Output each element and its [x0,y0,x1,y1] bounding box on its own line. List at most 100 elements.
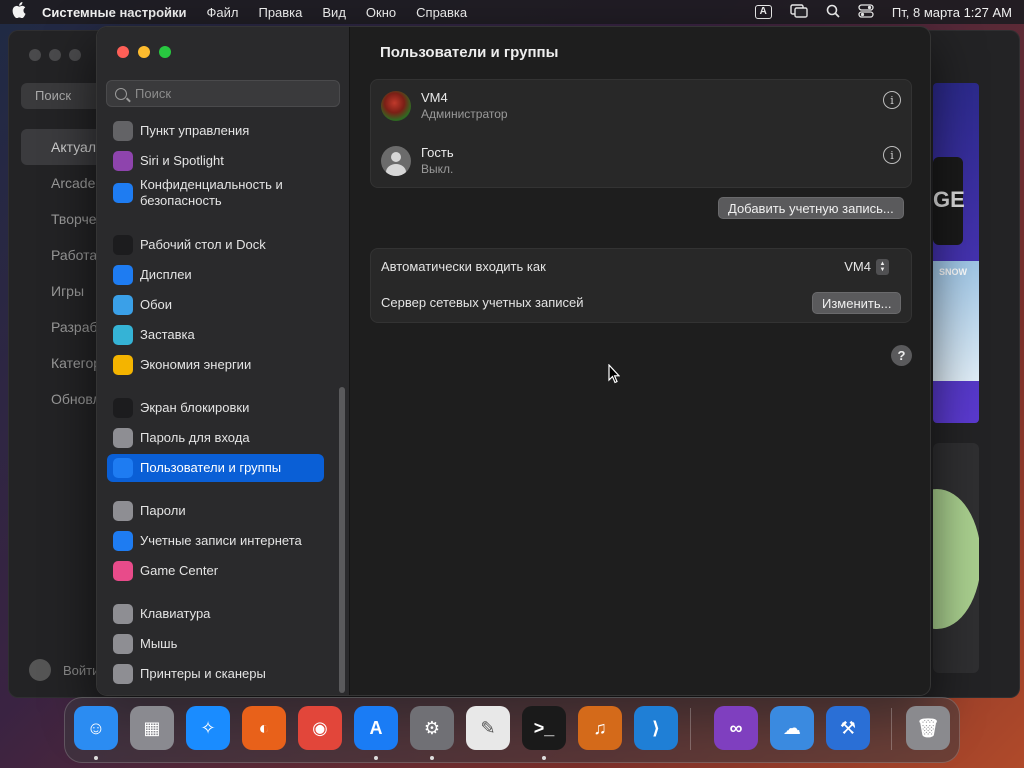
lock-screen-icon [113,398,133,418]
menu-app-name[interactable]: Системные настройки [42,5,187,20]
minimize-window-button[interactable] [138,46,150,58]
background-featured-banner[interactable]: GE SNOW [933,83,979,423]
running-indicator [94,756,98,760]
background-signin[interactable]: Войти [29,659,99,681]
system-settings-window: Пункт управления Siri и Spotlight Конфиден… [96,26,931,696]
add-account-button[interactable]: Добавить учетную запись... [718,197,904,219]
menu-edit[interactable]: Правка [258,5,302,20]
sidebar-item[interactable]: Мышь [107,630,324,658]
login-password-icon [113,428,133,448]
keyboard-icon [113,604,133,624]
sidebar-item[interactable]: Клавиатура [107,600,324,628]
menu-help[interactable]: Справка [416,5,467,20]
sidebar-item[interactable]: Принтеры и сканеры [107,660,324,688]
user-name: VM4 [421,90,448,105]
menubar-clock[interactable]: Пт, 8 марта 1:27 AM [892,5,1012,20]
help-button[interactable]: ? [891,345,912,366]
auto-login-row: Автоматически входить как VM4 ▲ ▼ [381,258,901,275]
background-nav-item[interactable]: Актуальное [21,129,127,165]
background-nav-item[interactable]: Категории [21,345,117,381]
firefox-dock-icon[interactable]: ◐ [242,706,286,750]
sidebar-item[interactable]: Пункт управления [107,117,324,145]
user-role: Выкл. [421,162,454,176]
terminal-dock-icon[interactable]: >_ [522,706,566,750]
user-row-vm4[interactable]: VM4 Администратор [381,90,508,121]
background-search-field[interactable]: Поиск [21,83,106,109]
apple-menu-icon[interactable] [12,2,42,22]
sidebar-item[interactable]: Заставка [107,321,324,349]
sidebar-item-label: Дисплеи [140,267,192,282]
sidebar-item[interactable]: Пользователи и группы [107,454,324,482]
background-nav-item[interactable]: Работа [21,237,106,273]
sidebar-item-label: Конфиденциальность и безопасность [140,177,283,208]
edit-network-server-button[interactable]: Изменить... [812,292,902,314]
sidebar-item-label: Game Center [140,563,219,578]
sidebar-item[interactable]: Экономия энергии [107,351,324,379]
spotlight-search-icon[interactable] [826,4,840,21]
background-card[interactable] [933,443,979,673]
background-nav-item[interactable]: Игры [21,273,106,309]
auto-login-popup[interactable]: VM4 ▲ ▼ [844,258,889,275]
sidebar-scrollbar[interactable] [339,387,345,693]
energy-bulb-icon [113,355,133,375]
menu-file[interactable]: Файл [207,5,239,20]
textedit-dock-icon[interactable]: ✎ [466,706,510,750]
sidebar-item[interactable]: Дисплеи [107,261,324,289]
user-row-guest[interactable]: Гость Выкл. [381,145,454,176]
siri-icon [113,151,133,171]
settings-sidebar: Пункт управления Siri и Spotlight Конфиден… [97,27,350,695]
system-settings-dock-icon[interactable]: ⚙ [410,706,454,750]
sidebar-item[interactable]: Учетные записи интернета [107,527,324,555]
garageband-dock-icon[interactable]: ♫ [578,706,622,750]
sidebar-item[interactable]: Game Center [107,557,324,585]
control-center-icon [113,121,133,141]
sidebar-item-label: Рабочий стол и Dock [140,237,266,252]
trash-dock-icon[interactable]: 🗑 [906,706,950,750]
input-source-icon[interactable]: A [754,5,772,19]
screen-mirroring-icon[interactable] [790,3,808,21]
network-server-label: Сервер сетевых учетных записей [381,295,584,310]
login-options-card: Автоматически входить как VM4 ▲ ▼ Сервер … [370,248,912,323]
app-store-dock-icon[interactable]: A [354,706,398,750]
safari-dock-icon[interactable]: ✧ [186,706,230,750]
launchpad-dock-icon[interactable]: ▦ [130,706,174,750]
control-center-toggle-icon[interactable] [858,3,874,21]
background-nav-item[interactable]: Творчество [21,201,125,237]
user-info-icon[interactable]: i [883,91,901,109]
sidebar-item[interactable]: Экран блокировки [107,394,324,422]
running-indicator [430,756,434,760]
chrome-dock-icon[interactable]: ◉ [298,706,342,750]
menu-view[interactable]: Вид [322,5,346,20]
zoom-window-button[interactable] [159,46,171,58]
vscode-dock-icon[interactable]: ⟩ [634,706,678,750]
mouse-cursor-icon [608,364,620,384]
sidebar-item-label: Пункт управления [140,123,250,138]
background-nav-item[interactable]: Arcade [21,165,106,201]
mouse-icon [113,634,133,654]
menu-window[interactable]: Окно [366,5,396,20]
guest-info-icon[interactable]: i [883,146,901,164]
sidebar-item[interactable]: Конфиденциальность и безопасность [107,175,324,211]
close-window-button[interactable] [117,46,129,58]
settings-main-pane: Пользователи и группы VM4 Администратор … [350,27,930,695]
background-game-tile-label: SNOW [939,267,967,277]
user-avatar-vm4 [381,90,411,121]
background-window-controls [29,49,81,61]
background-sidebar: Актуальное Arcade Творчество Работа Игры… [21,129,132,417]
sidebar-search-input[interactable] [135,86,315,101]
sidebar-item-label: Siri и Spotlight [140,153,224,168]
visual-studio-dock-icon[interactable]: ∞ [714,706,758,750]
sidebar-item-label: Экономия энергии [140,357,252,372]
xcode-dock-icon[interactable]: ⚒ [826,706,870,750]
sidebar-item[interactable]: Рабочий стол и Dock [107,231,324,259]
sidebar-item[interactable]: Пароли [107,497,324,525]
finder-dock-icon[interactable]: ☺ [74,706,118,750]
background-nav-item[interactable]: Разработка [21,309,126,345]
sidebar-item-label: Обои [140,297,173,312]
background-nav-item[interactable]: Обновления [21,381,132,417]
sidebar-item[interactable]: Обои [107,291,324,319]
sidebar-item[interactable]: Пароль для входа [107,424,324,452]
sidebar-item[interactable]: Siri и Spotlight [107,147,324,175]
weather-dock-icon[interactable]: ☁ [770,706,814,750]
sidebar-search-field[interactable] [106,80,340,107]
